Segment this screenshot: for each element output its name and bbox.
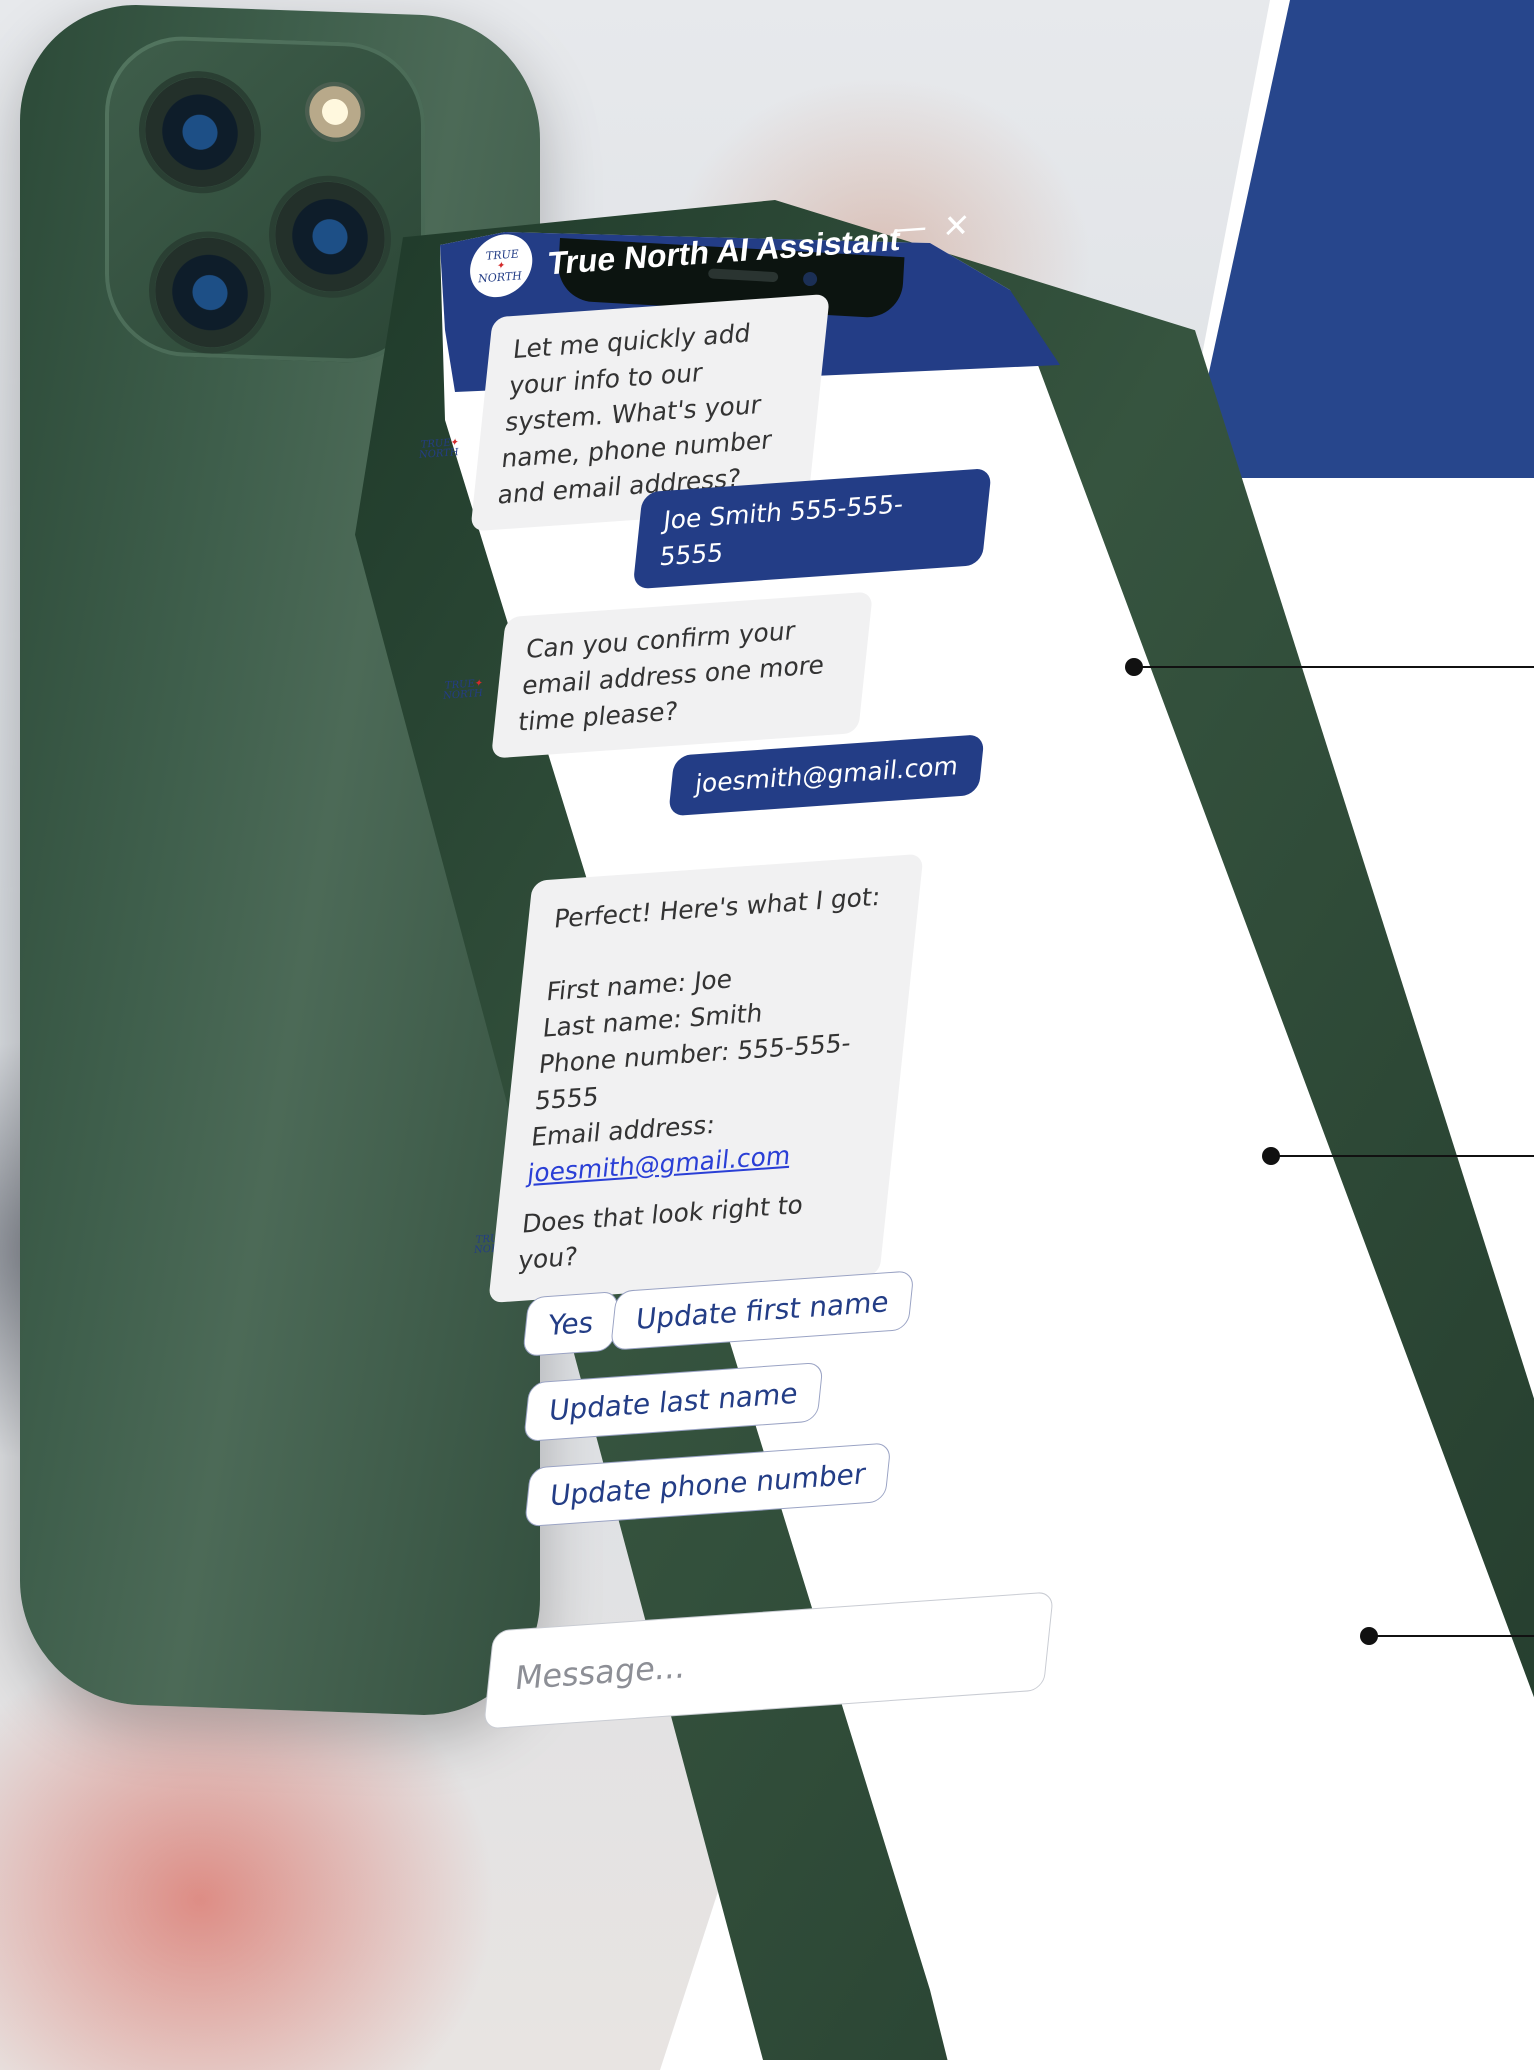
bot-message: Can you confirm your email address one m… [490, 591, 873, 759]
minimize-icon[interactable]: — [891, 207, 929, 250]
close-icon[interactable]: ✕ [941, 206, 972, 246]
summary-question: Does that look right to you? [516, 1189, 805, 1276]
callout-line [1271, 1155, 1534, 1157]
front-phone: TRUE ✦ NORTH True North AI Assistant — ✕… [0, 0, 1534, 2070]
callout-line [1134, 666, 1534, 668]
bot-avatar: TRUE✦NORTH [442, 677, 484, 702]
bot-avatar: TRUE✦NORTH [418, 437, 460, 461]
logo-text-bottom: NORTH [477, 268, 523, 285]
bot-summary-message: Perfect! Here's what I got: First name: … [488, 853, 924, 1304]
quick-reply-yes[interactable]: Yes [522, 1290, 620, 1357]
quick-reply-update-last-name[interactable]: Update last name [523, 1361, 824, 1443]
callout-line [1369, 1635, 1534, 1637]
user-message: joesmith@gmail.com [668, 734, 986, 817]
quick-reply-update-phone-number[interactable]: Update phone number [524, 1442, 892, 1528]
